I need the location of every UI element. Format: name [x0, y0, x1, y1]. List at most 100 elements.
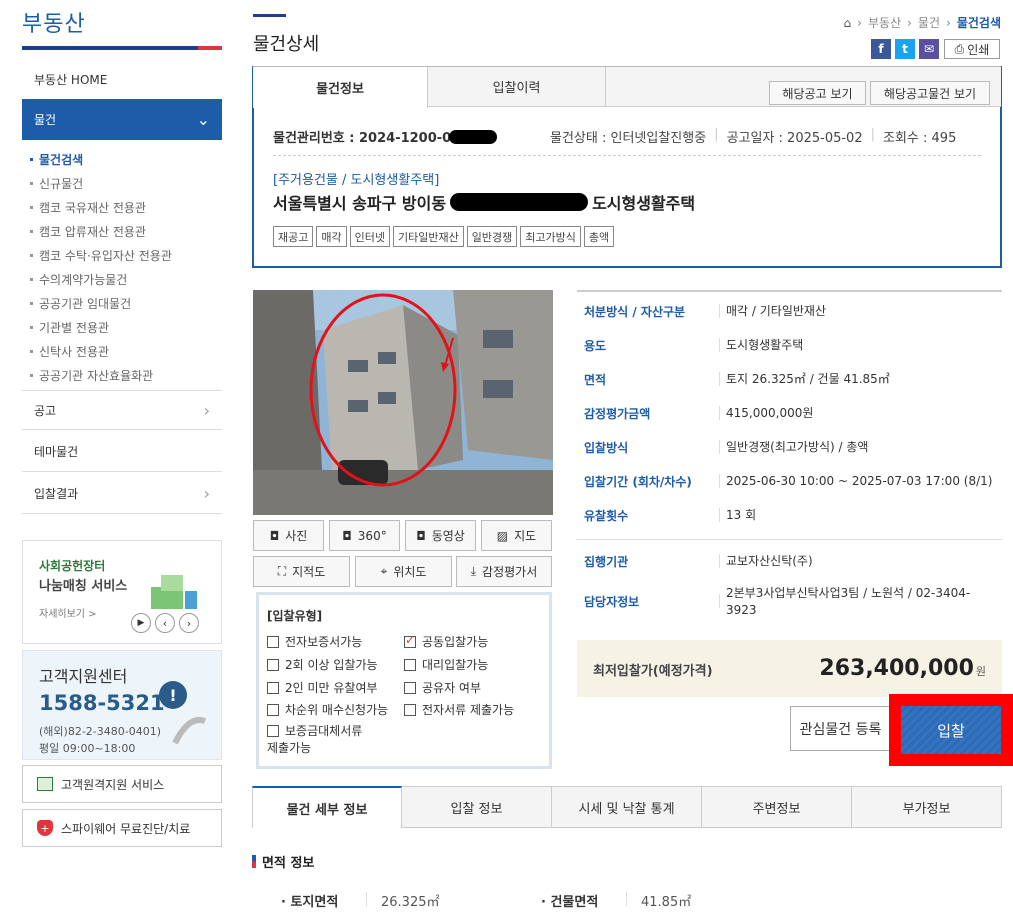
map-grid-icon: ⛶: [277, 564, 287, 578]
remote-support-button[interactable]: 고객원격지원 서비스: [22, 765, 222, 803]
breadcrumb-item[interactable]: 부동산: [868, 14, 901, 31]
tab-extra[interactable]: 부가정보: [852, 786, 1002, 828]
item-address: 서울특별시 송파구 방이동 도시형생활주택: [273, 190, 695, 214]
sidebar-item-label: 입찰결과: [34, 487, 79, 501]
spyware-button[interactable]: + 스파이웨어 무료진단/치료: [22, 809, 222, 847]
checkbox-e-docs[interactable]: 전자서류 제출가능: [404, 701, 514, 718]
chip: 기타일반재산: [393, 226, 464, 247]
view360-button[interactable]: ◘ 360°: [329, 520, 400, 551]
property-photo[interactable]: [253, 290, 553, 515]
building-area-label: · 건물면적: [541, 895, 599, 910]
sidebar-item-theme[interactable]: 테마물건: [22, 432, 222, 472]
detail-label: 처분방식 / 자산구분: [584, 305, 686, 319]
promo-more-link[interactable]: 자세히보기 >: [39, 605, 97, 620]
monitor-icon: [37, 777, 53, 791]
checkbox[interactable]: [404, 681, 416, 694]
submenu-item-seized[interactable]: 캠코 압류재산 전용관: [30, 223, 146, 240]
bid-type-title: [입찰유형]: [267, 609, 323, 623]
divider: [626, 892, 627, 906]
submenu-label: 신규물건: [39, 177, 84, 191]
checkbox-joint-bid[interactable]: 공동입찰가능: [404, 633, 488, 650]
divider: [719, 304, 720, 318]
map-button[interactable]: ▨ 지도: [481, 520, 552, 551]
shield-icon: +: [37, 820, 53, 836]
play-icon[interactable]: ▶: [131, 613, 151, 633]
submenu-item-rental[interactable]: 공공기관 임대물건: [30, 295, 131, 312]
breadcrumb-item[interactable]: 물건: [918, 14, 940, 31]
divider: [719, 338, 720, 352]
submenu-item-efficiency[interactable]: 공공기관 자산효율화관: [30, 367, 153, 384]
checkbox-deposit-doc[interactable]: 보증금대체서류: [267, 722, 362, 739]
tab-market-stats[interactable]: 시세 및 낙찰 통계: [552, 786, 702, 828]
submenu-label: 캠코 압류재산 전용관: [39, 225, 146, 239]
bid-button[interactable]: 입찰: [901, 706, 1001, 754]
twitter-icon[interactable]: t: [895, 39, 915, 59]
sidebar-item-label: 테마물건: [34, 445, 79, 459]
prev-icon[interactable]: ‹: [155, 613, 175, 633]
tab-bid-info[interactable]: 입찰 정보: [402, 786, 552, 828]
detail-value: 2025-06-30 10:00 ~ 2025-07-03 17:00 (8/1…: [726, 474, 993, 488]
submenu-item-trustco[interactable]: 신탁사 전용관: [30, 343, 109, 360]
checkbox[interactable]: [267, 658, 279, 671]
tab-bid-history[interactable]: 입찰이력: [428, 67, 606, 107]
submenu-label: 공공기관 자산효율화관: [39, 369, 154, 383]
sidebar-item-home[interactable]: 부동산 HOME: [22, 60, 222, 100]
checkbox[interactable]: [267, 635, 279, 648]
next-icon[interactable]: ›: [179, 613, 199, 633]
print-button[interactable]: ⎙ 인쇄: [944, 39, 1000, 59]
checkbox-multi-bid[interactable]: 2회 이상 입찰가능: [267, 656, 378, 673]
tab-property-info[interactable]: 물건정보: [253, 67, 428, 108]
item-category: [주거용건물 / 도시형생활주택]: [273, 173, 440, 188]
checkbox-proxy-bid[interactable]: 대리입찰가능: [404, 656, 488, 673]
view-notice-items-button[interactable]: 해당공고물건 보기: [870, 81, 990, 105]
checkbox-fail-under2[interactable]: 2인 미만 유찰여부: [267, 679, 378, 696]
submenu-item-new[interactable]: 신규물건: [30, 175, 83, 192]
submenu-item-national[interactable]: 캠코 국유재산 전용관: [30, 199, 146, 216]
submenu-item-agency[interactable]: 기관별 전용관: [30, 319, 109, 336]
location-button[interactable]: ⌖ 위치도: [355, 556, 452, 587]
divider: [719, 440, 720, 454]
chip: 일반경쟁: [466, 226, 518, 247]
appraisal-button[interactable]: ⤓ 감정평가서: [456, 556, 552, 587]
tab-label: 물건정보: [316, 82, 364, 97]
submenu-item-trust[interactable]: 캠코 수탁·유입자산 전용관: [30, 247, 172, 264]
promo-banner[interactable]: 사회공헌장터 나눔매칭 서비스 자세히보기 > ▶ ‹ ›: [22, 540, 222, 644]
chevron-right-icon: ›: [203, 484, 210, 503]
checkbox[interactable]: [404, 658, 416, 671]
sidebar-item-property[interactable]: 물건 ⌄: [22, 99, 222, 140]
promo-illustration: [141, 569, 201, 613]
cadastral-button[interactable]: ⛶ 지적도: [253, 556, 350, 587]
mail-icon[interactable]: ✉: [919, 39, 939, 59]
checkbox-checked[interactable]: [404, 633, 416, 648]
home-icon[interactable]: ⌂: [844, 16, 852, 30]
submenu-item-negotiable[interactable]: 수의계약가능물건: [30, 271, 127, 288]
divider: [719, 554, 720, 568]
checkbox[interactable]: [267, 703, 279, 716]
add-watchlist-button[interactable]: 관심물건 등록: [790, 706, 891, 751]
detail-label: 입찰기간 (회차/차수): [584, 475, 692, 489]
submenu-item-search[interactable]: 물건검색: [30, 151, 83, 168]
checkbox-e-guarantee[interactable]: 전자보증서가능: [267, 633, 362, 650]
checkbox[interactable]: [267, 724, 279, 737]
area-title: 면적 정보: [262, 856, 315, 871]
tab-item-details[interactable]: 물건 세부 정보: [252, 786, 402, 828]
sidebar-item-result[interactable]: 입찰결과 ›: [22, 474, 222, 514]
tab-nearby[interactable]: 주변정보: [702, 786, 852, 828]
sidebar-title-bar: [22, 46, 222, 50]
checkbox[interactable]: [267, 681, 279, 694]
video-button[interactable]: ◘ 동영상: [405, 520, 476, 551]
checkbox-next-rank[interactable]: 차순위 매수신청가능: [267, 701, 388, 718]
checkbox[interactable]: [404, 703, 416, 716]
photo-button[interactable]: ◘ 사진: [253, 520, 324, 551]
view-notice-button[interactable]: 해당공고 보기: [769, 81, 866, 105]
checkbox-co-owner[interactable]: 공유자 여부: [404, 679, 481, 696]
sidebar-item-notice[interactable]: 공고 ›: [22, 390, 222, 430]
remote-support-label: 고객원격지원 서비스: [61, 777, 165, 792]
submenu-label: 기관별 전용관: [39, 321, 110, 335]
item-chips: 재공고 매각 인터넷 기타일반재산 일반경쟁 최고가방식 총액: [273, 226, 615, 247]
camera-icon: ◘: [342, 528, 352, 543]
divider: [719, 594, 720, 608]
video-label: 동영상: [431, 529, 465, 543]
chip: 최고가방식: [520, 226, 581, 247]
facebook-icon[interactable]: f: [871, 39, 891, 59]
